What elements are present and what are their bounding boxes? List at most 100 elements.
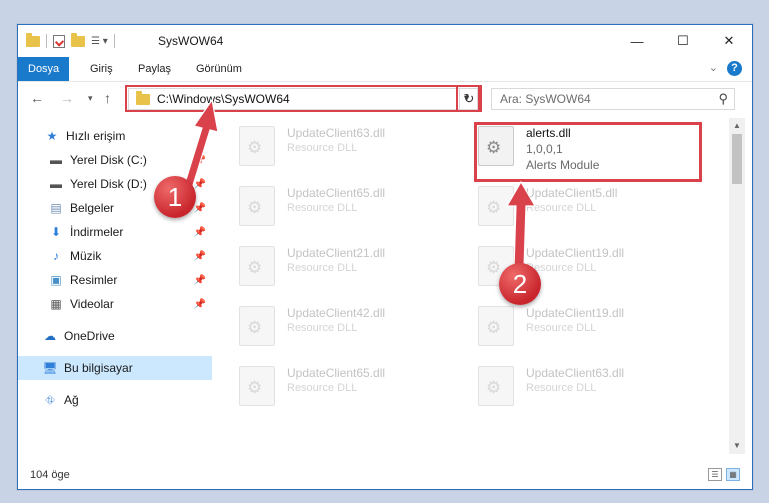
tab-giris[interactable]: Giriş: [80, 57, 123, 81]
file-name: UpdateClient19.dll: [526, 306, 625, 320]
gear-icon: ⚙: [247, 198, 263, 217]
tiles-view-icon[interactable]: ▦: [726, 468, 740, 481]
file-name: UpdateClient63.dll: [526, 366, 625, 380]
file-item[interactable]: ⚙ UpdateClient5.dll Resource DLL: [478, 182, 708, 232]
chevron-down-icon[interactable]: ⌄: [709, 61, 718, 74]
download-icon: ⬇: [50, 225, 62, 239]
gear-icon: ⚙: [486, 378, 502, 397]
sidebar-item-this-pc[interactable]: 🖥 Bu bilgisayar: [18, 356, 212, 380]
up-arrow-icon[interactable]: ↑: [104, 90, 111, 106]
sidebar-item-music[interactable]: ♪ Müzik 📌: [18, 244, 212, 268]
sidebar-item-label: Bu bilgisayar: [64, 361, 133, 375]
drive-icon: ▬: [50, 153, 62, 167]
sidebar-item-quick-access[interactable]: ★ Hızlı erişim: [18, 124, 212, 148]
dll-file-icon: ⚙: [239, 306, 275, 346]
pin-icon[interactable]: 📌: [194, 251, 206, 262]
help-icon[interactable]: ?: [727, 61, 742, 76]
quick-access-toolbar: ☰ ▾: [26, 32, 115, 48]
file-description: Resource DLL: [526, 382, 597, 394]
sidebar-item-label: Yerel Disk (C:): [70, 153, 147, 167]
sidebar-item-label: İndirmeler: [70, 225, 124, 239]
file-item[interactable]: ⚙ UpdateClient21.dll Resource DLL: [239, 242, 469, 292]
maximize-icon: ☐: [677, 33, 689, 48]
folder-icon: [26, 32, 40, 47]
forward-arrow-icon[interactable]: →: [60, 90, 74, 106]
navigation-pane: ★ Hızlı erişim ▬ Yerel Disk (C:) 📌 ▬ Yer…: [18, 118, 212, 454]
title-bar: ☰ ▾ SysWOW64 — ☐ ✕: [18, 25, 752, 57]
file-item[interactable]: ⚙ UpdateClient65.dll Resource DLL: [239, 182, 469, 232]
network-icon: ⛗: [45, 392, 55, 407]
dll-file-icon: ⚙: [478, 306, 514, 346]
file-item[interactable]: ⚙ UpdateClient63.dll Resource DLL: [239, 122, 469, 172]
sidebar-item-pictures[interactable]: ▣ Resimler 📌: [18, 268, 212, 292]
address-highlight: [125, 85, 480, 112]
details-view-icon[interactable]: ☰: [708, 468, 722, 481]
search-placeholder: Ara: SysWOW64: [500, 92, 591, 106]
file-item[interactable]: ⚙ UpdateClient42.dll Resource DLL: [239, 302, 469, 352]
explorer-window: ☰ ▾ SysWOW64 — ☐ ✕ Dosya Giriş Paylaş Gö…: [17, 24, 753, 490]
sidebar-item-network[interactable]: ⛗ Ağ: [18, 388, 212, 412]
new-folder-icon[interactable]: [71, 32, 85, 47]
gear-icon: ⚙: [486, 318, 502, 337]
sidebar-item-label: Yerel Disk (D:): [70, 177, 147, 191]
tab-gorunum[interactable]: Görünüm: [186, 57, 252, 81]
recent-locations-icon[interactable]: ▾: [88, 93, 93, 104]
step-marker-2: 2: [499, 263, 541, 305]
sidebar-item-label: Videolar: [70, 297, 114, 311]
tab-paylas[interactable]: Paylaş: [128, 57, 181, 81]
file-name: UpdateClient5.dll: [526, 186, 618, 200]
navigation-bar: ← → ▾ ↑ C:\Windows\SysWOW64 ▼ ↻ Ara: Sys…: [18, 82, 752, 116]
toolbar-divider: [46, 34, 47, 48]
file-item[interactable]: ⚙ UpdateClient19.dll Resource DLL: [478, 302, 708, 352]
pin-icon[interactable]: 📌: [194, 155, 206, 166]
scroll-down-icon[interactable]: ▼: [729, 438, 745, 454]
file-description: Resource DLL: [287, 142, 358, 154]
dll-file-icon: ⚙: [239, 186, 275, 226]
file-item[interactable]: ⚙ UpdateClient63.dll Resource DLL: [478, 362, 708, 412]
file-name: UpdateClient65.dll: [287, 366, 386, 380]
pin-icon[interactable]: 📌: [194, 203, 206, 214]
file-name: UpdateClient63.dll: [287, 126, 386, 140]
sidebar-item-label: Hızlı erişim: [66, 129, 126, 143]
close-button[interactable]: ✕: [706, 25, 752, 57]
minimize-icon: —: [630, 33, 644, 49]
window-title: SysWOW64: [158, 34, 224, 48]
search-box[interactable]: Ara: SysWOW64 ⚲: [491, 88, 735, 110]
back-arrow-icon[interactable]: ←: [30, 90, 44, 106]
file-description: Resource DLL: [287, 322, 358, 334]
minimize-button[interactable]: —: [614, 25, 660, 57]
file-item[interactable]: ⚙ UpdateClient65.dll Resource DLL: [239, 362, 469, 412]
pin-icon[interactable]: 📌: [194, 275, 206, 286]
sidebar-item-downloads[interactable]: ⬇ İndirmeler 📌: [18, 220, 212, 244]
gear-icon: ⚙: [247, 258, 263, 277]
gear-icon: ⚙: [247, 138, 263, 157]
dll-file-icon: ⚙: [478, 186, 514, 226]
computer-icon: 🖥: [42, 361, 58, 375]
file-name: UpdateClient65.dll: [287, 186, 386, 200]
sidebar-item-onedrive[interactable]: ☁ OneDrive: [18, 324, 212, 348]
pin-icon[interactable]: 📌: [194, 227, 206, 238]
video-icon: ▦: [50, 297, 62, 311]
file-description: Resource DLL: [526, 202, 597, 214]
toolbar-divider: [113, 34, 115, 48]
file-description: Resource DLL: [287, 202, 358, 214]
sidebar-item-label: Belgeler: [70, 201, 115, 215]
ribbon-tabs: Dosya Giriş Paylaş Görünüm ⌄ ?: [18, 57, 752, 82]
gear-icon: ⚙: [247, 378, 263, 397]
sidebar-item-label: Müzik: [70, 249, 102, 263]
properties-icon[interactable]: [53, 34, 65, 48]
sidebar-item-local-disk-c[interactable]: ▬ Yerel Disk (C:) 📌: [18, 148, 212, 172]
sidebar-item-label: Ağ: [64, 393, 79, 407]
scroll-thumb[interactable]: [732, 134, 742, 184]
customize-toolbar-icon[interactable]: ☰ ▾: [91, 36, 108, 47]
tab-dosya[interactable]: Dosya: [18, 57, 70, 81]
maximize-button[interactable]: ☐: [660, 25, 706, 57]
pin-icon[interactable]: 📌: [194, 179, 206, 190]
pin-icon[interactable]: 📌: [194, 299, 206, 310]
status-bar: 104 öge ☰ ▦: [18, 463, 752, 487]
scroll-up-icon[interactable]: ▲: [729, 118, 745, 134]
vertical-scrollbar[interactable]: ▲ ▼: [729, 118, 745, 454]
drive-icon: ▬: [50, 177, 62, 191]
dll-file-icon: ⚙: [239, 126, 275, 166]
sidebar-item-videos[interactable]: ▦ Videolar 📌: [18, 292, 212, 316]
